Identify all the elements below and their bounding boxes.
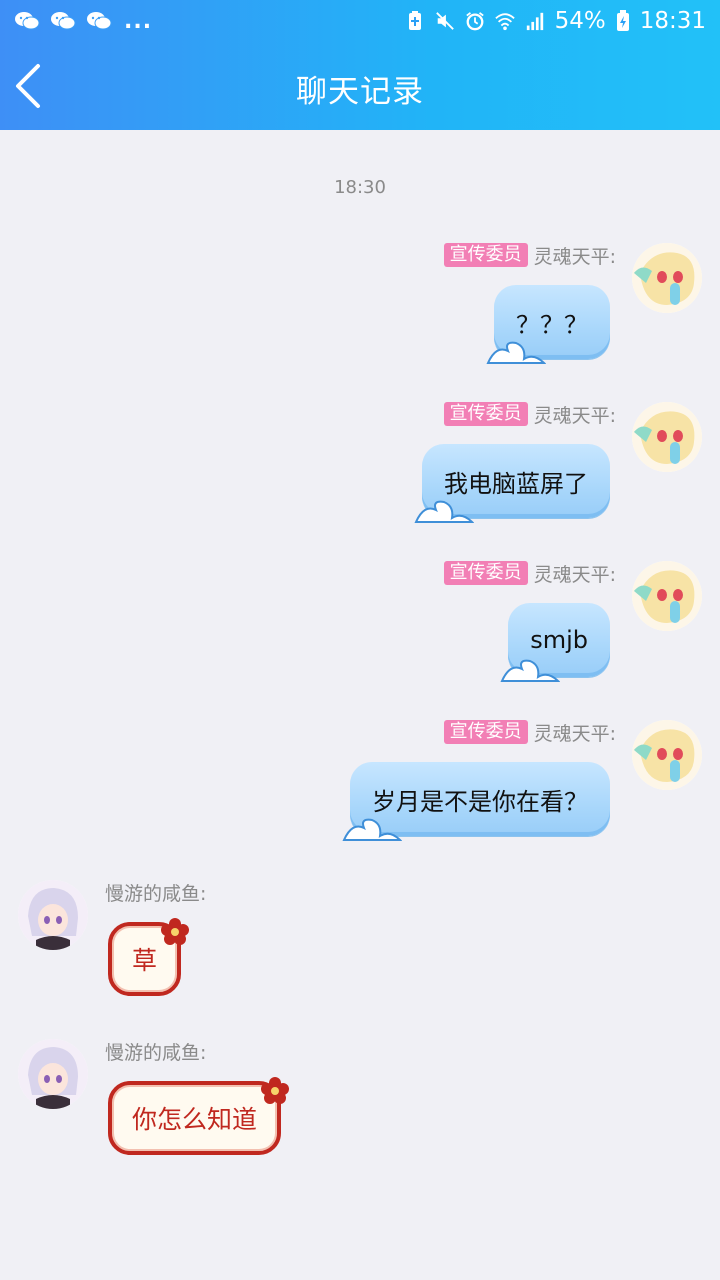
wave-decoration-icon xyxy=(342,818,402,841)
role-badge: 宣传委员 xyxy=(443,720,528,744)
message-bubble[interactable]: 岁月是不是你在看？ xyxy=(342,762,610,841)
avatar-image xyxy=(632,561,702,631)
wave-decoration-icon xyxy=(500,659,561,682)
avatar-image xyxy=(18,1039,88,1109)
message-item: 宣传委员 灵魂天平: ？？？ xyxy=(0,240,720,390)
avatar[interactable] xyxy=(632,561,702,631)
message-text: 岁月是不是你在看？ xyxy=(372,787,588,816)
avatar[interactable] xyxy=(632,243,702,313)
message-bubble[interactable]: ？？？ xyxy=(486,285,610,364)
header: ... 54% 18:31 聊天记录 xyxy=(0,0,720,130)
avatar[interactable] xyxy=(632,720,702,790)
wifi-icon xyxy=(494,13,515,31)
more-notifications: ... xyxy=(124,8,153,34)
message-text: 草 xyxy=(132,946,158,975)
message-item: 宣传委员 灵魂天平: 我电脑蓝屏了 xyxy=(0,399,720,549)
page-title: 聊天记录 xyxy=(296,74,424,110)
status-bar: ... 54% 18:31 xyxy=(0,0,720,42)
avatar-image xyxy=(18,880,88,950)
nav-bar: 聊天记录 xyxy=(0,42,720,130)
avatar-image xyxy=(632,402,702,472)
flower-decoration-icon xyxy=(161,918,190,945)
sender-name: 慢游的咸鱼: xyxy=(105,883,207,905)
message-bubble[interactable]: 草 xyxy=(108,918,190,996)
chat-time-divider: 18:30 xyxy=(334,177,386,198)
avatar[interactable] xyxy=(18,880,88,950)
signal-icon xyxy=(526,12,543,31)
message-text: 你怎么知道 xyxy=(132,1105,258,1134)
sender-name: 灵魂天平: xyxy=(533,563,616,586)
flower-decoration-icon xyxy=(261,1077,290,1104)
message-item: 慢游的咸鱼: 草 xyxy=(0,877,720,1007)
mute-icon xyxy=(435,12,454,30)
wechat-icon xyxy=(51,12,76,30)
wechat-icon xyxy=(87,12,112,30)
status-notifications: ... xyxy=(14,9,152,34)
avatar[interactable] xyxy=(632,402,702,472)
sender-row: 宣传委员 灵魂天平: xyxy=(443,719,616,745)
message-item: 宣传委员 灵魂天平: 岁月是不是你在看？ xyxy=(0,717,720,867)
role-badge: 宣传委员 xyxy=(443,561,528,585)
avatar-image xyxy=(632,720,702,790)
message-bubble[interactable]: 我电脑蓝屏了 xyxy=(414,444,610,523)
message-bubble[interactable]: 你怎么知道 xyxy=(108,1077,290,1155)
avatar[interactable] xyxy=(18,1039,88,1109)
avatar-image xyxy=(632,243,702,313)
message-text: smjb xyxy=(530,626,588,654)
message-bubble[interactable]: smjb xyxy=(500,603,610,682)
status-system: 54% 18:31 xyxy=(405,8,706,34)
status-time: 18:31 xyxy=(639,8,706,34)
battery-percentage: 54% xyxy=(554,8,606,34)
battery-charging-icon xyxy=(616,10,629,31)
role-badge: 宣传委员 xyxy=(443,402,528,426)
wechat-icon xyxy=(15,12,40,30)
sender-row: 宣传委员 灵魂天平: xyxy=(443,401,616,427)
sender-row: 宣传委员 灵魂天平: xyxy=(443,560,616,586)
wave-decoration-icon xyxy=(486,341,546,364)
message-item: 宣传委员 灵魂天平: smjb xyxy=(0,558,720,708)
wave-decoration-icon xyxy=(414,500,474,523)
sender-name: 灵魂天平: xyxy=(533,404,616,427)
message-item: 慢游的咸鱼: 你怎么知道 xyxy=(0,1036,720,1166)
battery-saver-icon xyxy=(408,11,421,30)
sender-name: 慢游的咸鱼: xyxy=(105,1042,207,1064)
sender-row: 宣传委员 灵魂天平: xyxy=(443,242,616,268)
role-badge: 宣传委员 xyxy=(443,243,528,267)
alarm-icon xyxy=(465,12,484,31)
sender-name: 灵魂天平: xyxy=(533,245,616,268)
sender-name: 灵魂天平: xyxy=(533,722,616,745)
